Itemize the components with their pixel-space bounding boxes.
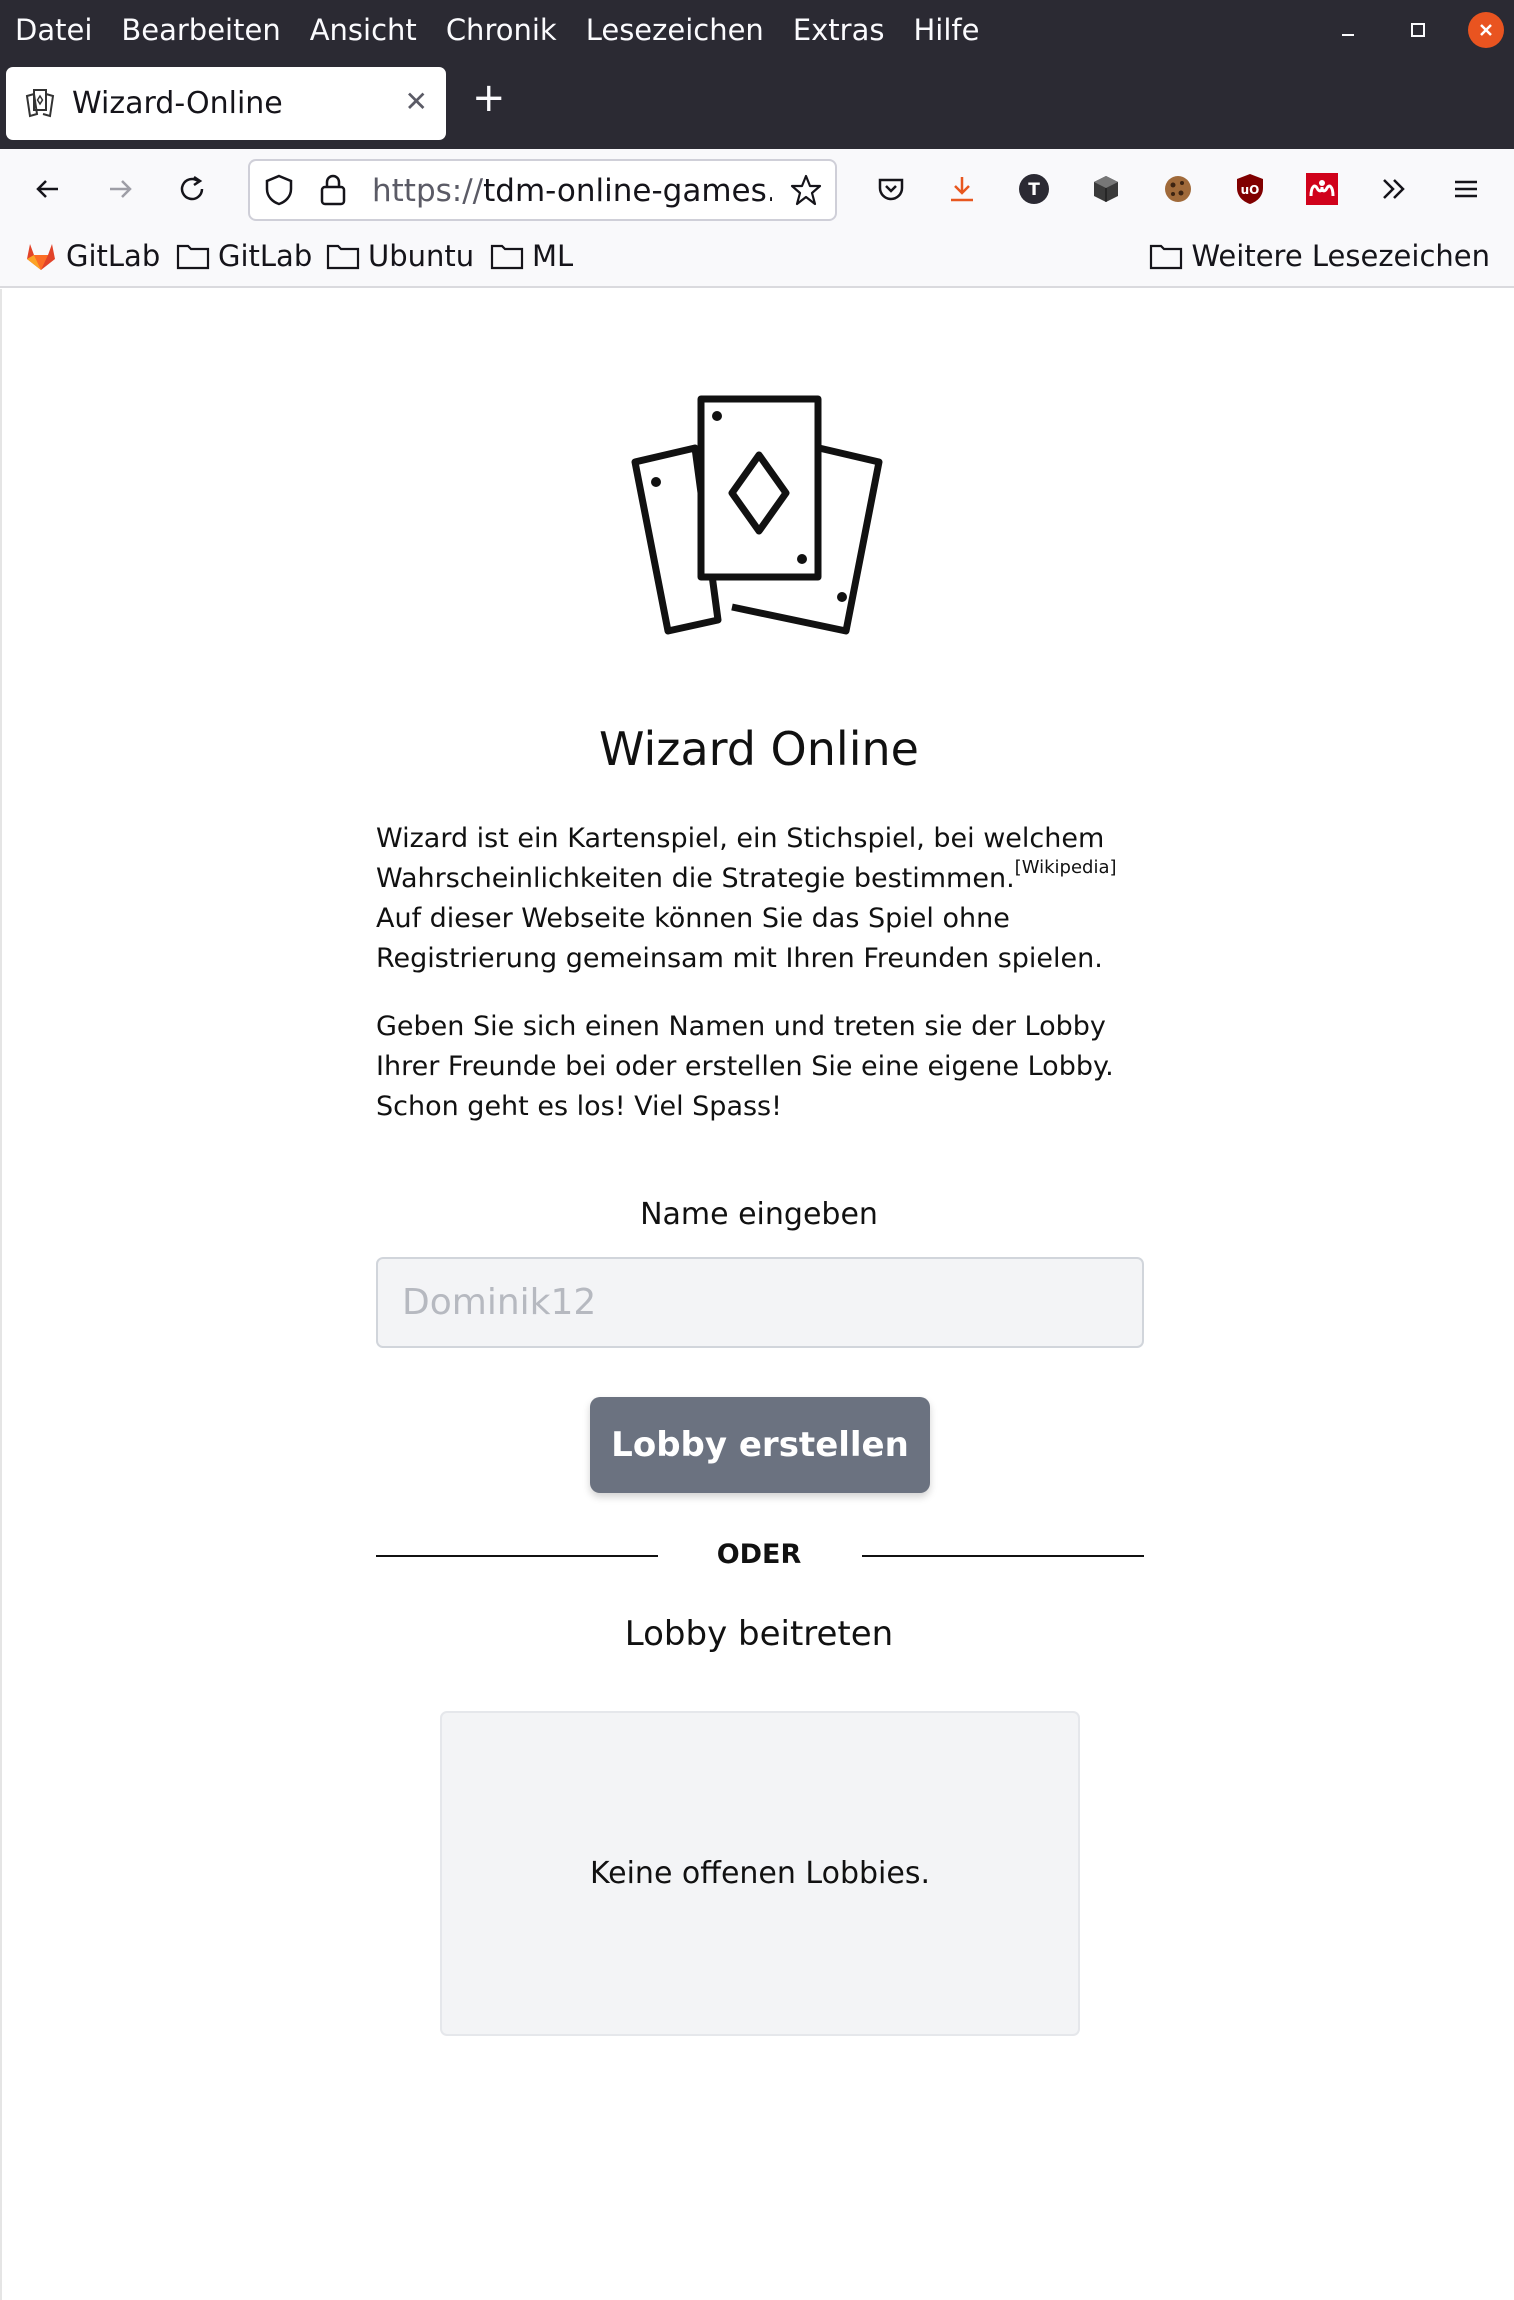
join-lobby-heading: Lobby beitreten <box>624 1614 894 1654</box>
bookmark-label: Weitere Lesezeichen <box>1191 239 1490 273</box>
url-bar[interactable]: https://tdm-online-games.he <box>248 159 837 221</box>
menu-bearbeiten[interactable]: Bearbeiten <box>121 13 280 47</box>
gitlab-icon <box>27 244 55 270</box>
new-tab-icon[interactable]: + <box>472 78 506 118</box>
bookmark-gitlab-1[interactable]: GitLab <box>24 239 160 273</box>
menu-extras[interactable]: Extras <box>793 13 885 47</box>
reload-icon[interactable] <box>172 169 212 209</box>
page-title: Wizard Online <box>599 722 919 776</box>
bookmark-label: GitLab <box>66 239 161 273</box>
tab-wizard-online[interactable]: Wizard-Online ✕ <box>6 67 446 140</box>
folder-icon <box>1150 244 1183 270</box>
other-bookmarks[interactable]: Weitere Lesezeichen <box>1149 239 1490 273</box>
folder-icon <box>490 244 524 270</box>
divider-text: ODER <box>716 1539 802 1570</box>
navigation-toolbar: https://tdm-online-games.he T uO <box>0 149 1514 231</box>
close-window-icon[interactable] <box>1468 12 1504 48</box>
lock-icon[interactable] <box>318 173 348 207</box>
menu-chronik[interactable]: Chronik <box>446 13 557 47</box>
tab-bar: Wizard-Online ✕ + <box>0 60 1514 149</box>
page-content: Wizard Online Wizard ist ein Kartenspiel… <box>0 289 1514 2300</box>
menu-icon[interactable] <box>1446 169 1486 209</box>
bookmark-star-icon[interactable] <box>789 173 823 207</box>
folder-icon <box>326 244 360 270</box>
name-input[interactable] <box>376 1257 1144 1348</box>
menu-lesezeichen[interactable]: Lesezeichen <box>586 13 764 47</box>
ublock-icon[interactable]: uO <box>1230 169 1270 209</box>
tab-title: Wizard-Online <box>72 86 283 121</box>
window-controls <box>1313 0 1514 60</box>
playing-cards-icon <box>631 395 883 635</box>
instructions-text: Geben Sie sich einen Namen und treten si… <box>376 1011 1114 1122</box>
forward-icon[interactable] <box>100 169 140 209</box>
wikipedia-reference-link[interactable]: [Wikipedia] <box>1015 857 1117 878</box>
overflow-icon[interactable] <box>1374 169 1414 209</box>
divider-line-right <box>862 1555 1144 1557</box>
url-text: https://tdm-online-games.he <box>372 173 772 209</box>
maximize-icon[interactable] <box>1398 10 1438 50</box>
back-icon[interactable] <box>28 169 68 209</box>
menu-hilfe[interactable]: Hilfe <box>913 13 979 47</box>
bookmarks-toolbar: GitLab GitLab Ubuntu ML Weitere Lesezeic… <box>0 231 1514 288</box>
menu-bar: Datei Bearbeiten Ansicht Chronik Lesezei… <box>0 0 1514 60</box>
cookie-icon[interactable] <box>1158 169 1198 209</box>
bookmark-label: Ubuntu <box>368 239 475 273</box>
mendeley-icon[interactable] <box>1302 169 1342 209</box>
menu-ansicht[interactable]: Ansicht <box>310 13 417 47</box>
cards-favicon-icon <box>25 88 55 117</box>
name-label: Name eingeben <box>640 1197 878 1232</box>
menu-datei[interactable]: Datei <box>15 13 92 47</box>
lobby-list: Keine offenen Lobbies. <box>440 1711 1080 2036</box>
close-tab-icon[interactable]: ✕ <box>405 85 428 118</box>
minimize-icon[interactable] <box>1328 10 1368 50</box>
extension-t-icon[interactable]: T <box>1014 169 1054 209</box>
svg-text:T: T <box>1028 180 1040 200</box>
bookmark-label: GitLab <box>218 239 313 273</box>
bookmark-ubuntu[interactable]: Ubuntu <box>326 239 474 273</box>
bookmark-gitlab-2[interactable]: GitLab <box>176 239 312 273</box>
download-icon[interactable] <box>942 169 982 209</box>
bookmark-ml[interactable]: ML <box>490 239 573 273</box>
pocket-icon[interactable] <box>871 169 911 209</box>
no-lobbies-message: Keine offenen Lobbies. <box>589 1856 931 1891</box>
folder-icon <box>176 244 210 270</box>
intro-text: Wizard ist ein Kartenspiel, ein Stichspi… <box>376 823 1117 974</box>
create-lobby-button[interactable]: Lobby erstellen <box>590 1397 930 1493</box>
shield-icon[interactable] <box>262 173 296 207</box>
bookmark-label: ML <box>532 239 574 273</box>
svg-text:uO: uO <box>1241 183 1260 197</box>
extension-cube-icon[interactable] <box>1086 169 1126 209</box>
